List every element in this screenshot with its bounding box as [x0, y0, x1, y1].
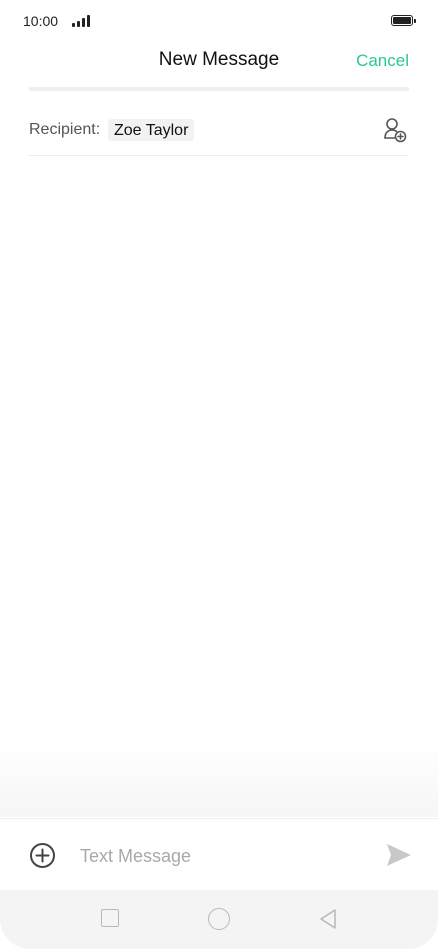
status-time: 10:00 [23, 13, 59, 29]
signal-bars-icon [72, 15, 90, 27]
recipient-chip[interactable]: Zoe Taylor [108, 119, 195, 141]
cancel-button[interactable]: Cancel [356, 51, 409, 71]
square-icon[interactable] [101, 909, 119, 927]
status-bar: 10:00 [0, 0, 438, 42]
plus-circle-icon[interactable] [29, 842, 56, 869]
message-thread-area [0, 157, 438, 817]
system-navigation-bar [0, 890, 438, 949]
header-divider [29, 87, 409, 91]
add-contact-icon[interactable] [383, 117, 407, 143]
new-message-screen: 10:00 New Message Cancel Recipient: Zoe … [0, 0, 438, 949]
triangle-back-icon[interactable] [318, 908, 338, 930]
battery-level [393, 17, 411, 24]
recipient-row[interactable]: Recipient: Zoe Taylor [29, 110, 409, 156]
circle-icon[interactable] [208, 908, 230, 930]
send-icon[interactable] [385, 842, 413, 868]
header: New Message Cancel [0, 42, 438, 82]
battery-icon [391, 15, 416, 26]
message-composer [0, 818, 438, 890]
recipient-label: Recipient: [29, 121, 101, 138]
message-input[interactable] [80, 841, 360, 871]
